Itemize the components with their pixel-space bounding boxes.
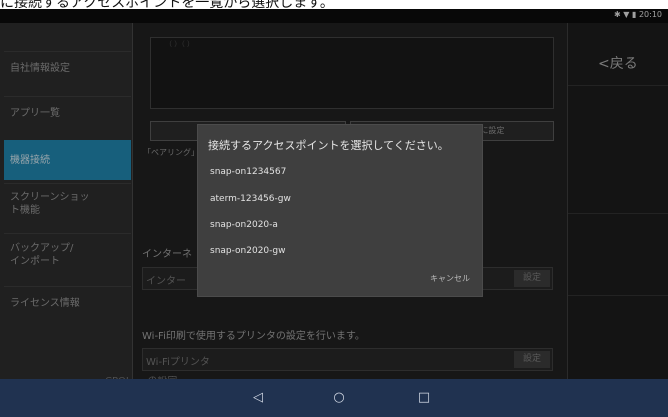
recents-nav-icon[interactable]: □ [404, 381, 444, 415]
access-point-dialog: 接続するアクセスポイントを選択してください。 snap-on1234567 at… [197, 124, 483, 297]
back-nav-icon[interactable]: ◁ [238, 381, 278, 415]
access-point-item[interactable]: snap-on1234567 [210, 167, 286, 177]
caption-strip: に接続するアクセスポイントを一覧から選択します。 [0, 0, 668, 9]
home-nav-icon[interactable]: ○ [319, 381, 359, 415]
cancel-button[interactable]: キャンセル [430, 273, 470, 284]
tablet-screen: ✱ ▼ ▮ 20:10 自社情報設定 アプリ一覧 機器接続 スクリーンショット機… [0, 9, 668, 417]
access-point-item[interactable]: snap-on2020-gw [210, 246, 285, 256]
android-nav-bar: ◁ ○ □ [0, 379, 668, 417]
access-point-item[interactable]: snap-on2020-a [210, 220, 278, 230]
access-point-item[interactable]: aterm-123456-gw [210, 194, 291, 204]
caption-text: に接続するアクセスポイントを一覧から選択します。 [0, 0, 334, 9]
dialog-title: 接続するアクセスポイントを選択してください。 [208, 139, 449, 152]
